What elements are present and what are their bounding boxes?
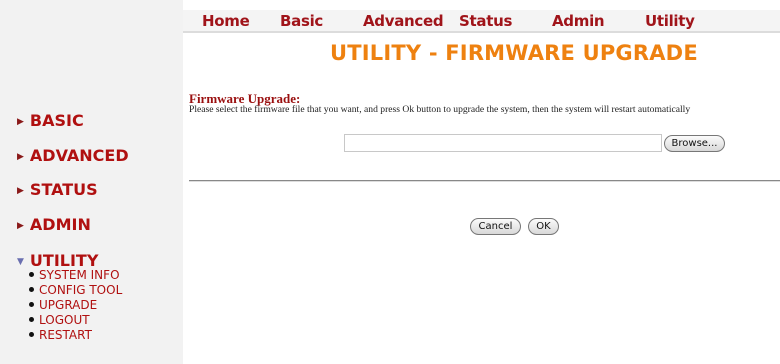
browse-button[interactable]: Browse... [664,135,725,152]
bullet-icon [29,317,34,322]
sidebar-item-label: ADMIN [29,215,91,234]
submenu-item-label: LOGOUT [39,313,90,327]
sidebar-item-label: STATUS [29,180,98,199]
tab-advanced[interactable]: Advanced [363,12,444,30]
triangle-right-icon: ▶ [17,186,24,196]
bullet-icon [29,287,34,292]
tab-utility[interactable]: Utility [645,12,695,30]
tab-admin[interactable]: Admin [552,12,605,30]
submenu-item-config-tool[interactable]: CONFIG TOOL [29,283,122,298]
submenu-item-system-info[interactable]: SYSTEM INFO [29,268,122,283]
sidebar-item-label: ADVANCED [29,146,129,165]
submenu-item-label: RESTART [39,328,92,342]
tab-basic[interactable]: Basic [280,12,323,30]
utility-submenu: SYSTEM INFO CONFIG TOOL UPGRADE LOGOUT R… [29,268,122,343]
sidebar: ▶ BASIC ▶ ADVANCED ▶ STATUS ▶ ADMIN ▼ UTILITY… [0,0,183,364]
sidebar-item-admin[interactable]: ▶ ADMIN [17,215,91,234]
divider [189,180,780,182]
triangle-right-icon: ▶ [17,117,24,127]
triangle-down-icon: ▼ [17,257,24,267]
submenu-item-restart[interactable]: RESTART [29,328,122,343]
triangle-right-icon: ▶ [17,221,24,231]
tab-home[interactable]: Home [202,12,250,30]
triangle-right-icon: ▶ [17,152,24,162]
tab-status[interactable]: Status [459,12,512,30]
page-title: UTILITY - FIRMWARE UPGRADE [330,41,698,65]
bullet-icon [29,272,34,277]
firmware-file-input[interactable] [344,134,662,152]
sidebar-item-status[interactable]: ▶ STATUS [17,180,98,199]
sidebar-item-label: BASIC [29,111,84,130]
submenu-item-label: SYSTEM INFO [39,268,120,282]
ok-button[interactable]: OK [528,218,559,235]
bullet-icon [29,332,34,337]
submenu-item-label: UPGRADE [39,298,98,312]
top-nav: Home Basic Advanced Status Admin Utility [183,10,780,33]
submenu-item-label: CONFIG TOOL [39,283,123,297]
cancel-button[interactable]: Cancel [470,218,521,235]
sidebar-item-basic[interactable]: ▶ BASIC [17,111,84,130]
bullet-icon [29,302,34,307]
sidebar-item-advanced[interactable]: ▶ ADVANCED [17,146,129,165]
submenu-item-logout[interactable]: LOGOUT [29,313,122,328]
section-description: Please select the firmware file that you… [189,104,691,115]
submenu-item-upgrade[interactable]: UPGRADE [29,298,122,313]
